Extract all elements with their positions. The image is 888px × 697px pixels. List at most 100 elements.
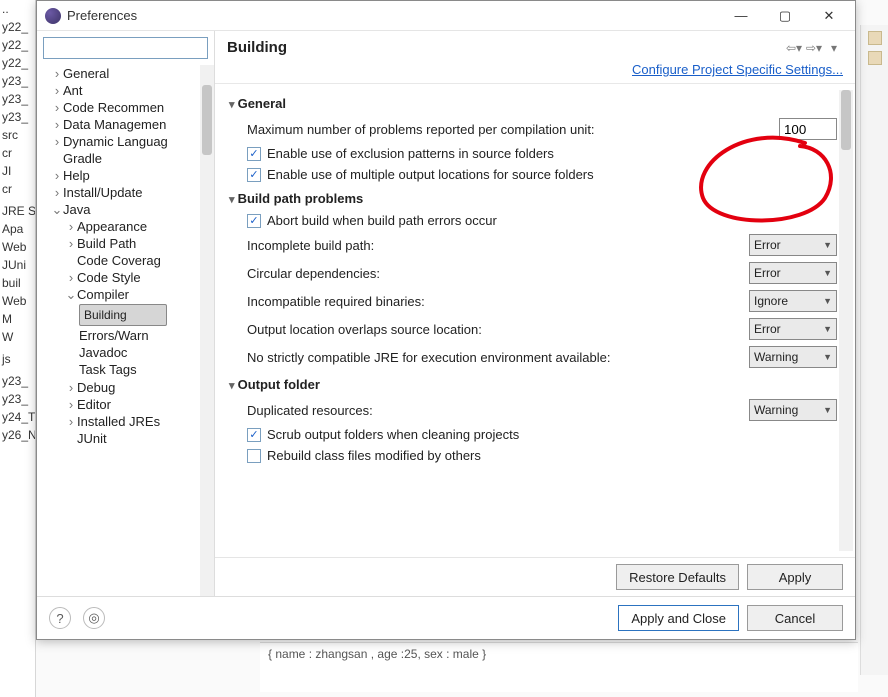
tree-item-task-tags: Task Tags bbox=[79, 361, 214, 378]
bg-item: .. bbox=[0, 0, 35, 18]
tree-item-compiler: ⌄Compiler Building Errors/Warn Javadoc T… bbox=[65, 286, 214, 379]
bg-item: M bbox=[0, 310, 35, 328]
page-content: General Maximum number of problems repor… bbox=[215, 84, 855, 557]
nav-back-icon[interactable]: ⇦▾ bbox=[785, 40, 803, 56]
bg-item: y23_ bbox=[0, 390, 35, 408]
tree-item-building: Building bbox=[79, 303, 214, 327]
preferences-dialog: Preferences — ▢ ✕ ›General ›Ant ›Code Re… bbox=[36, 0, 856, 640]
tree-item-code-style: ›Code Style bbox=[65, 269, 214, 286]
bg-item: y23_ bbox=[0, 72, 35, 90]
section-output-folder[interactable]: Output folder bbox=[229, 377, 837, 392]
filter-input[interactable] bbox=[43, 37, 208, 59]
bg-item: y23_ bbox=[0, 372, 35, 390]
perspective-icon[interactable] bbox=[868, 51, 882, 65]
incompat-binaries-label: Incompatible required binaries: bbox=[247, 294, 749, 309]
abort-build-checkbox[interactable] bbox=[247, 214, 261, 228]
bg-item: Web bbox=[0, 292, 35, 310]
nav-menu-icon[interactable]: ▾ bbox=[825, 40, 843, 56]
page-nav: ⇦▾ ⇨▾ ▾ bbox=[785, 40, 843, 56]
tree-scrollbar[interactable] bbox=[200, 65, 214, 596]
perspective-icon[interactable] bbox=[868, 31, 882, 45]
bg-item: JI bbox=[0, 162, 35, 180]
import-export-icon[interactable]: ◎ bbox=[83, 607, 105, 629]
tree-item-javadoc: Javadoc bbox=[79, 344, 214, 361]
apply-button[interactable]: Apply bbox=[747, 564, 843, 590]
editor-text: { name : zhangsan , age :25, sex : male … bbox=[268, 647, 486, 661]
tree-item-data-management: ›Data Managemen bbox=[51, 116, 214, 133]
section-general[interactable]: General bbox=[229, 96, 837, 111]
bg-item: js bbox=[0, 350, 35, 368]
titlebar: Preferences — ▢ ✕ bbox=[37, 1, 855, 31]
incomplete-bp-select[interactable]: Error▼ bbox=[749, 234, 837, 256]
bg-item: cr bbox=[0, 180, 35, 198]
editor-snippet: { name : zhangsan , age :25, sex : male … bbox=[260, 642, 858, 692]
dup-resources-select[interactable]: Warning▼ bbox=[749, 399, 837, 421]
preferences-tree-panel: ›General ›Ant ›Code Recommen ›Data Manag… bbox=[37, 31, 215, 596]
ide-right-gutter bbox=[860, 25, 888, 675]
jre-env-select[interactable]: Warning▼ bbox=[749, 346, 837, 368]
max-problems-input[interactable] bbox=[779, 118, 837, 140]
max-problems-label: Maximum number of problems reported per … bbox=[247, 122, 779, 137]
rebuild-class-checkbox[interactable] bbox=[247, 449, 261, 463]
bg-item: y24_Thread bbox=[0, 408, 35, 426]
chevron-down-icon: ▼ bbox=[823, 352, 832, 362]
section-build-path[interactable]: Build path problems bbox=[229, 191, 837, 206]
incomplete-bp-label: Incomplete build path: bbox=[247, 238, 749, 253]
chevron-down-icon: ▼ bbox=[823, 324, 832, 334]
tree-item-build-path: ›Build Path bbox=[65, 235, 214, 252]
bg-item: JUni bbox=[0, 256, 35, 274]
close-button[interactable]: ✕ bbox=[807, 2, 851, 30]
tree-item-general: ›General bbox=[51, 65, 214, 82]
circular-dep-select[interactable]: Error▼ bbox=[749, 262, 837, 284]
tree-item-debug: ›Debug bbox=[65, 379, 214, 396]
eclipse-icon bbox=[45, 8, 61, 24]
preferences-main: Building ⇦▾ ⇨▾ ▾ Configure Project Speci… bbox=[215, 31, 855, 596]
rebuild-class-label: Rebuild class files modified by others bbox=[267, 448, 837, 463]
tree-item-help: ›Help bbox=[51, 167, 214, 184]
page-title: Building bbox=[227, 39, 785, 56]
scrub-label: Scrub output folders when cleaning proje… bbox=[267, 427, 837, 442]
bg-item: W bbox=[0, 328, 35, 346]
multiple-output-checkbox[interactable] bbox=[247, 168, 261, 182]
exclusion-label: Enable use of exclusion patterns in sour… bbox=[267, 146, 837, 161]
nav-fwd-icon[interactable]: ⇨▾ bbox=[805, 40, 823, 56]
window-title: Preferences bbox=[67, 8, 719, 23]
tree-item-code-recommenders: ›Code Recommen bbox=[51, 99, 214, 116]
output-overlap-select[interactable]: Error▼ bbox=[749, 318, 837, 340]
cancel-button[interactable]: Cancel bbox=[747, 605, 843, 631]
content-scrollbar[interactable] bbox=[839, 90, 853, 551]
circular-dep-label: Circular dependencies: bbox=[247, 266, 749, 281]
bg-item: y23_ bbox=[0, 90, 35, 108]
configure-project-link[interactable]: Configure Project Specific Settings... bbox=[227, 56, 843, 79]
scrub-checkbox[interactable] bbox=[247, 428, 261, 442]
preferences-tree[interactable]: ›General ›Ant ›Code Recommen ›Data Manag… bbox=[37, 65, 214, 596]
tree-item-gradle: Gradle bbox=[51, 150, 214, 167]
bg-item: buil bbox=[0, 274, 35, 292]
bg-item: Web bbox=[0, 238, 35, 256]
chevron-down-icon: ▼ bbox=[823, 296, 832, 306]
incompat-binaries-select[interactable]: Ignore▼ bbox=[749, 290, 837, 312]
tree-item-dynamic-languages: ›Dynamic Languag bbox=[51, 133, 214, 150]
maximize-button[interactable]: ▢ bbox=[763, 2, 807, 30]
ide-package-explorer: .. y22_ y22_ y22_ y23_ y23_ y23_ src cr … bbox=[0, 0, 36, 697]
chevron-down-icon: ▼ bbox=[823, 268, 832, 278]
tree-item-installed-jres: ›Installed JREs bbox=[65, 413, 214, 430]
tree-item-junit: JUnit bbox=[65, 430, 214, 447]
tree-item-appearance: ›Appearance bbox=[65, 218, 214, 235]
chevron-down-icon: ▼ bbox=[823, 405, 832, 415]
bg-item: y22_ bbox=[0, 18, 35, 36]
help-icon[interactable]: ? bbox=[49, 607, 71, 629]
tree-item-editor: ›Editor bbox=[65, 396, 214, 413]
multiple-output-label: Enable use of multiple output locations … bbox=[267, 167, 837, 182]
tree-item-errors-warnings: Errors/Warn bbox=[79, 327, 214, 344]
bg-item: Apa bbox=[0, 220, 35, 238]
apply-and-close-button[interactable]: Apply and Close bbox=[618, 605, 739, 631]
bg-item: cr bbox=[0, 144, 35, 162]
jre-env-label: No strictly compatible JRE for execution… bbox=[247, 350, 749, 365]
tree-item-code-coverage: Code Coverag bbox=[65, 252, 214, 269]
bg-item: y22_ bbox=[0, 54, 35, 72]
exclusion-checkbox[interactable] bbox=[247, 147, 261, 161]
minimize-button[interactable]: — bbox=[719, 2, 763, 30]
bg-item: src bbox=[0, 126, 35, 144]
restore-defaults-button[interactable]: Restore Defaults bbox=[616, 564, 739, 590]
